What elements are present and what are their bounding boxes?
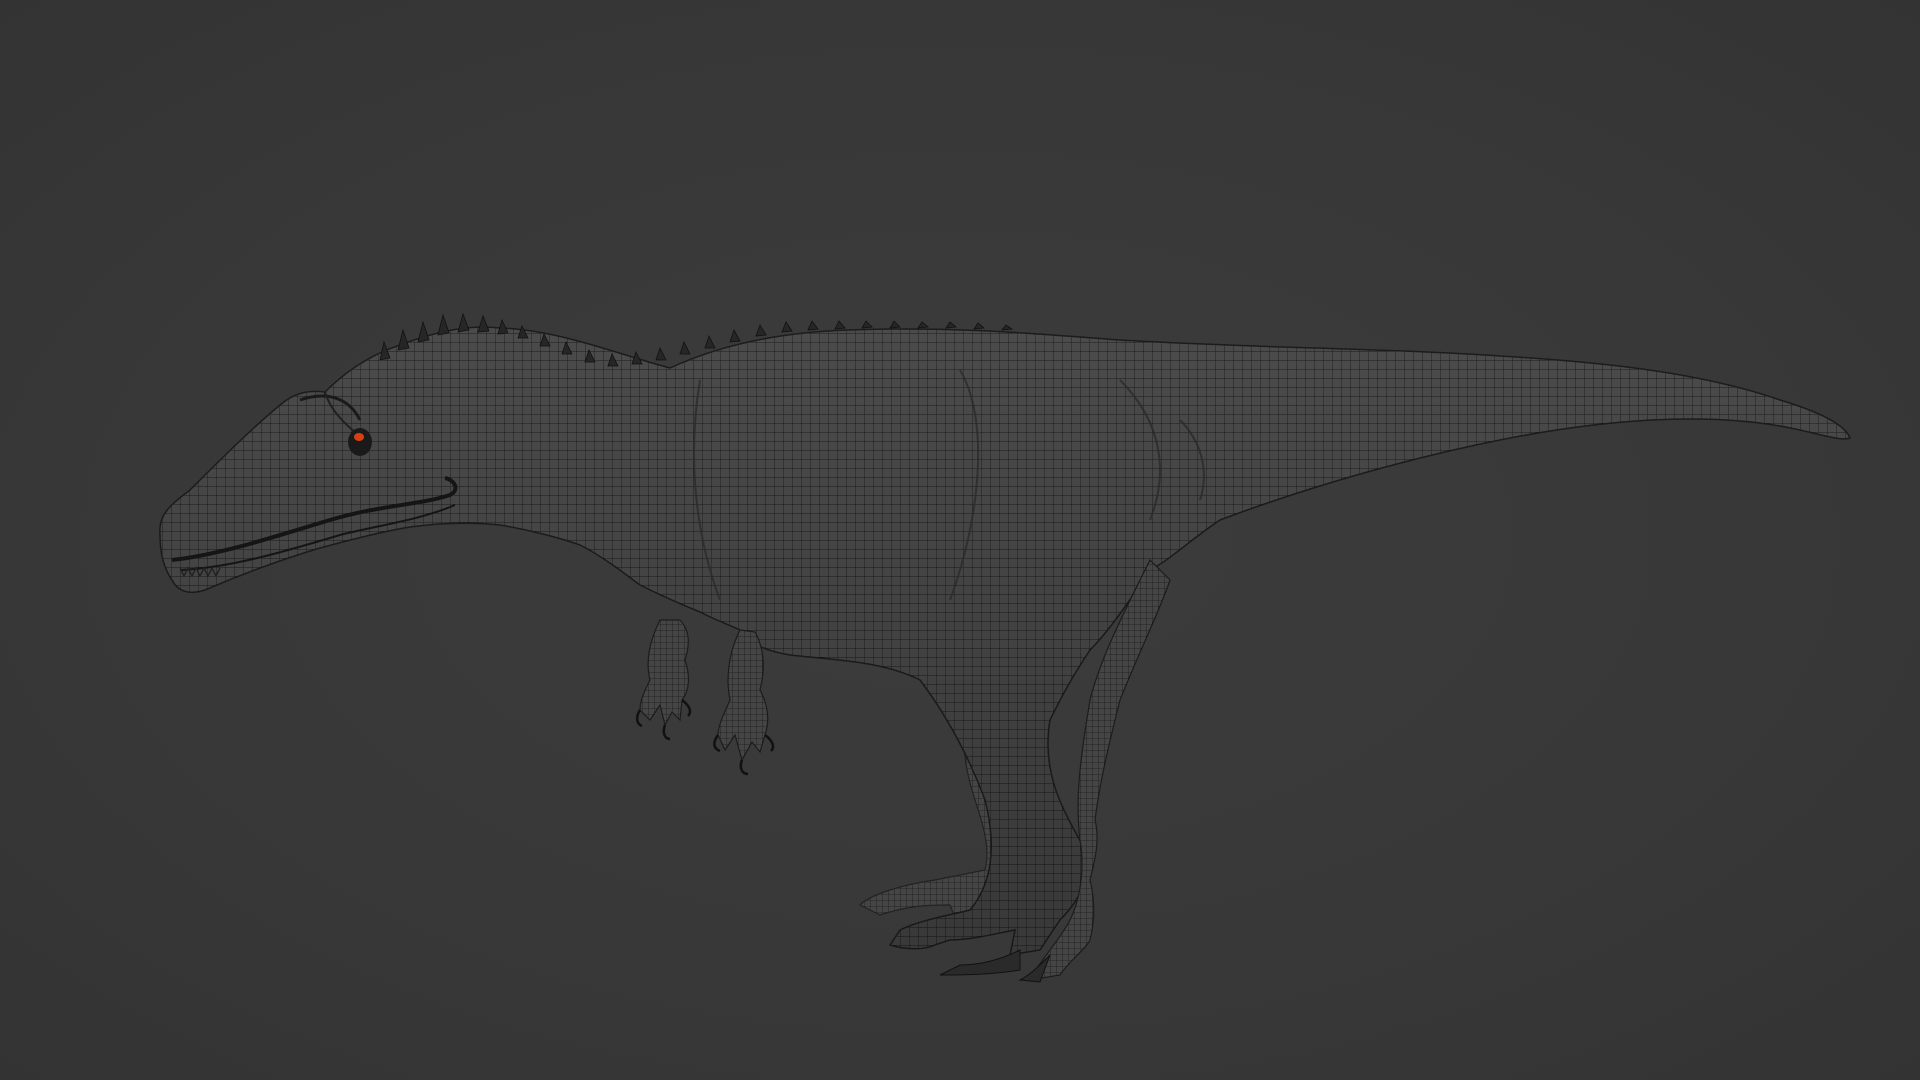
right-arm bbox=[713, 629, 775, 776]
3d-viewport[interactable] bbox=[0, 0, 1920, 1080]
body-mesh bbox=[159, 326, 1851, 956]
left-arm bbox=[635, 619, 692, 741]
eye bbox=[348, 428, 372, 456]
dinosaur-mesh-model[interactable] bbox=[0, 0, 1920, 1080]
